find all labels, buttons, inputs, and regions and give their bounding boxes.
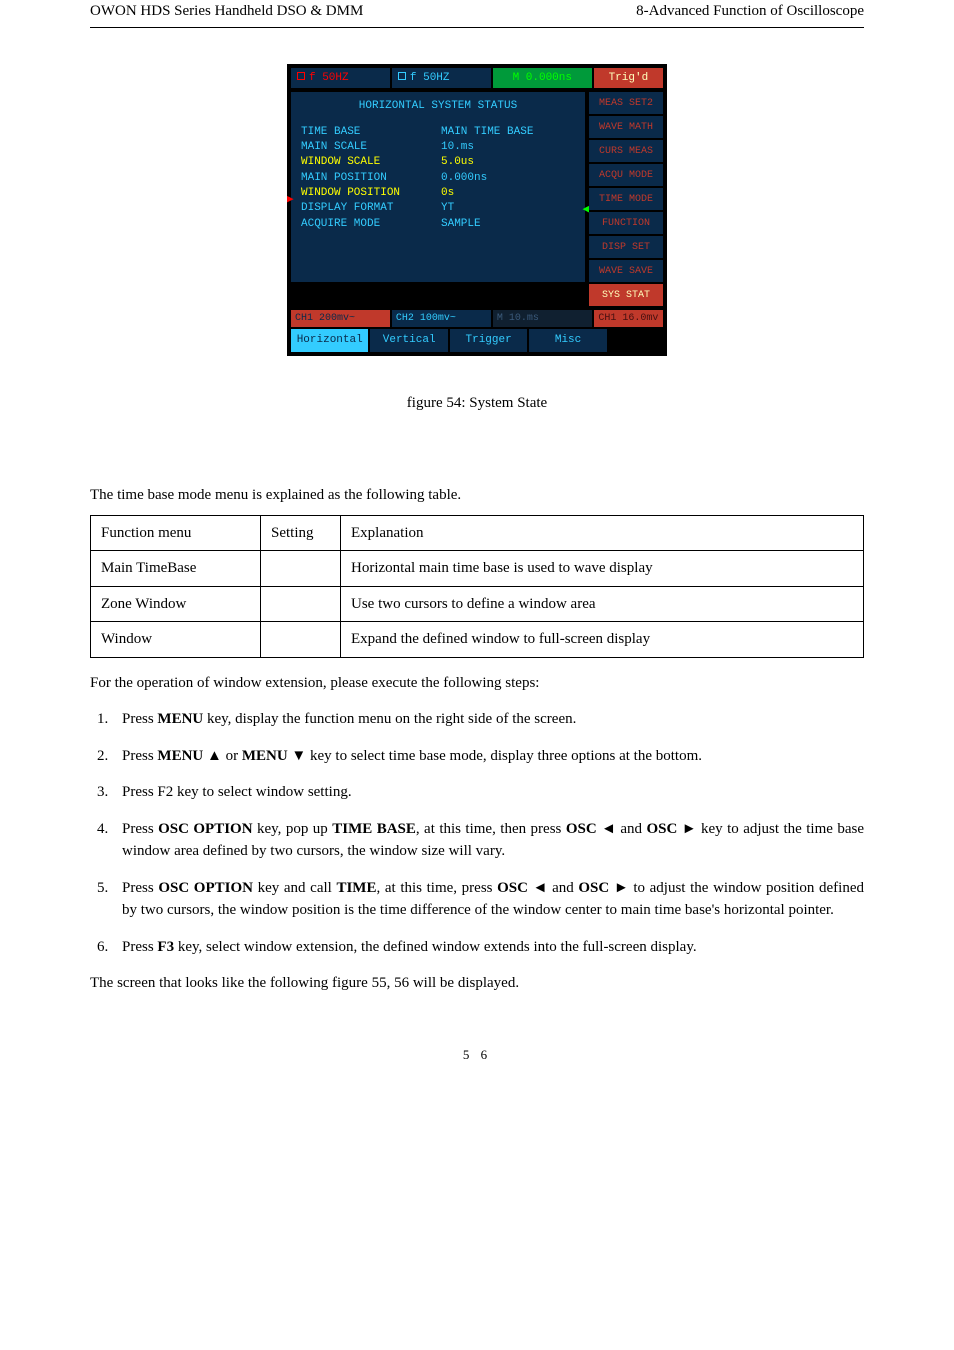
sys-value: YT: [441, 201, 575, 216]
sys-value: SAMPLE: [441, 217, 575, 232]
marker-red: ▶: [287, 192, 294, 209]
sys-label: WINDOW POSITION: [301, 186, 441, 201]
tab-misc: Misc: [529, 329, 606, 352]
sys-value: 5.0us: [441, 155, 575, 170]
sys-status-heading: HORIZONTAL SYSTEM STATUS: [301, 98, 575, 115]
closing-text: The screen that looks like the following…: [90, 972, 864, 995]
table-cell: Main TimeBase: [91, 551, 261, 587]
table-cell: Horizontal main time base is used to wav…: [341, 551, 864, 587]
side-menu-item: SYS STAT: [589, 284, 663, 306]
sys-label: DISPLAY FORMAT: [301, 201, 441, 216]
ch2-freq: f 50HZ: [410, 72, 450, 84]
tab-vertical: Vertical: [370, 329, 447, 352]
side-menu-item: TIME MODE: [589, 188, 663, 210]
list-item: Press OSC OPTION key and call TIME, at t…: [112, 877, 864, 922]
side-menu-item: WAVE MATH: [589, 116, 663, 138]
table-cell: Expand the defined window to full-screen…: [341, 622, 864, 658]
side-menu-item: WAVE SAVE: [589, 260, 663, 282]
list-item: Press F3 key, select window extension, t…: [112, 936, 864, 959]
page-number: 5 6: [90, 1045, 864, 1065]
sys-label: ACQUIRE MODE: [301, 217, 441, 232]
side-menu-item: CURS MEAS: [589, 140, 663, 162]
table-cell: Window: [91, 622, 261, 658]
after-table-text: For the operation of window extension, p…: [90, 672, 864, 695]
side-menu-item: DISP SET: [589, 236, 663, 258]
side-menu: MEAS SET2WAVE MATHCURS MEASACQU MODETIME…: [589, 92, 663, 306]
table-cell: [261, 551, 341, 587]
sys-value: 0.000ns: [441, 171, 575, 186]
list-item: Press MENU ▲ or MENU ▼ key to select tim…: [112, 745, 864, 768]
figure-caption: figure 54: System State: [90, 392, 864, 415]
sys-label: TIME BASE: [301, 125, 441, 140]
table-cell: Zone Window: [91, 586, 261, 622]
ch1-freq: f 50HZ: [309, 72, 349, 84]
side-menu-item: FUNCTION: [589, 212, 663, 234]
header-left: OWON HDS Series Handheld DSO & DMM: [90, 0, 363, 23]
table-header: Explanation: [341, 515, 864, 551]
status-ch1: CH1 200mv~: [291, 310, 390, 327]
time-m: M 0.000ns: [513, 70, 572, 87]
table-cell: [261, 622, 341, 658]
list-item: Press OSC OPTION key, pop up TIME BASE, …: [112, 818, 864, 863]
tab-horizontal: Horizontal: [291, 329, 368, 352]
sys-label: MAIN POSITION: [301, 171, 441, 186]
sys-value: 0s: [441, 186, 575, 201]
side-menu-item: MEAS SET2: [589, 92, 663, 114]
sys-value: MAIN TIME BASE: [441, 125, 575, 140]
status-ch2: CH2 100mv~: [392, 310, 491, 327]
status-trig: CH1 16.0mv: [594, 310, 663, 327]
trig-status: Trig'd: [609, 70, 649, 87]
list-item: Press MENU key, display the function men…: [112, 708, 864, 731]
list-item: Press F2 key to select window setting.: [112, 781, 864, 804]
sys-label: WINDOW SCALE: [301, 155, 441, 170]
tab-trigger: Trigger: [450, 329, 527, 352]
lead-text: The time base mode menu is explained as …: [90, 484, 864, 507]
header-right: 8-Advanced Function of Oscilloscope: [636, 0, 864, 23]
table-cell: [261, 586, 341, 622]
table-header: Function menu: [91, 515, 261, 551]
table-header: Setting: [261, 515, 341, 551]
table-cell: Use two cursors to define a window area: [341, 586, 864, 622]
side-menu-item: ACQU MODE: [589, 164, 663, 186]
marker-green: ◀: [582, 202, 589, 219]
steps-list: Press MENU key, display the function men…: [90, 708, 864, 958]
sys-value: 10.ms: [441, 140, 575, 155]
function-menu-table: Function menu Setting Explanation Main T…: [90, 515, 864, 658]
oscilloscope-screenshot: f 50HZ f 50HZ M 0.000ns Trig'd ▶ ◀ HORIZ…: [287, 64, 667, 356]
status-m: M 10.ms: [493, 310, 592, 327]
sys-label: MAIN SCALE: [301, 140, 441, 155]
